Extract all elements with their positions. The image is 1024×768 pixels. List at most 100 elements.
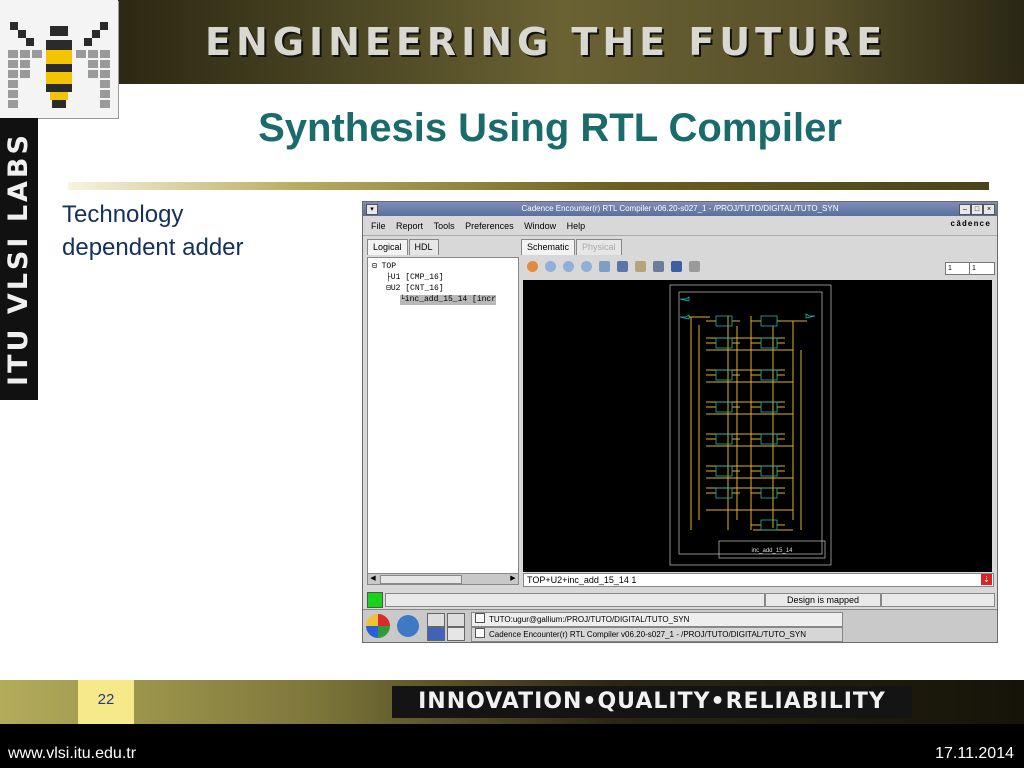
title-divider <box>68 182 989 190</box>
page-input[interactable]: 1 <box>945 262 971 275</box>
tree-horizontal-scrollbar[interactable]: ◀ ▶ <box>367 573 519 585</box>
search-launcher-icon[interactable] <box>447 613 465 627</box>
tab-schematic[interactable]: Schematic <box>521 239 576 255</box>
design-status: Design is mapped <box>765 593 881 607</box>
adder-cell <box>760 369 778 381</box>
menu-tools[interactable]: Tools <box>434 217 455 235</box>
input-port-cin <box>679 296 690 302</box>
window-title: Cadence Encounter(r) RTL Compiler v06.20… <box>521 204 839 213</box>
tree-node-top[interactable]: ⊟ TOP <box>372 262 396 272</box>
adder-cell <box>760 337 778 349</box>
adder-cell <box>715 315 733 327</box>
desktop-taskbar: TUTO:ugur@gallium:/PROJ/TUTO/DIGITAL/TUT… <box>363 609 997 642</box>
right-tab-bar: Schematic Physical <box>521 239 623 255</box>
window-icon <box>475 628 485 638</box>
adder-cell <box>760 465 778 477</box>
header-banner: ENGINEERING THE FUTURE <box>0 0 1024 84</box>
adder-cell <box>760 487 778 499</box>
taskbar-item-terminal[interactable]: TUTO:ugur@gallium:/PROJ/TUTO/DIGITAL/TUT… <box>471 612 843 627</box>
bee-logo-icon <box>0 0 118 118</box>
page-count-field: 1 <box>969 262 995 275</box>
footer-motto-box: INNOVATION•QUALITY•RELIABILITY <box>392 686 912 718</box>
slide-title: Synthesis Using RTL Compiler <box>258 106 842 150</box>
footer-url[interactable]: www.vlsi.itu.edu.tr <box>8 745 136 763</box>
select-icon[interactable] <box>617 261 628 272</box>
close-button[interactable]: × <box>983 204 995 215</box>
tree-node-u2[interactable]: ⊟U2 [CNT_16] <box>386 284 444 294</box>
adder-cell <box>760 433 778 445</box>
banner-text: ENGINEERING THE FUTURE <box>205 20 888 64</box>
footer-date: 17.11.2014 <box>935 745 1014 762</box>
side-lab-label: ITU VLSI LABS <box>3 132 34 386</box>
schematic-toolbar: 1 1 <box>523 258 995 276</box>
schematic-wires <box>689 316 807 531</box>
print-icon[interactable] <box>689 261 700 272</box>
adder-cell <box>715 487 733 499</box>
zoom-in-icon[interactable] <box>545 261 556 272</box>
window-titlebar[interactable]: ▾ Cadence Encounter(r) RTL Compiler v06.… <box>363 202 997 216</box>
scroll-right-icon[interactable]: ▶ <box>508 574 518 584</box>
tree-node-u1[interactable]: ├U1 [CMP_16] <box>386 273 444 283</box>
bottom-strip <box>0 724 1024 768</box>
terminal-icon <box>475 613 485 623</box>
adder-cell <box>760 315 778 327</box>
status-field-main <box>385 593 765 607</box>
menu-preferences[interactable]: Preferences <box>465 217 514 235</box>
tab-hdl[interactable]: HDL <box>408 239 439 255</box>
taskbar-item-rtl-compiler-label: Cadence Encounter(r) RTL Compiler v06.20… <box>489 630 806 639</box>
tab-physical[interactable]: Physical <box>576 239 622 255</box>
scroll-left-icon[interactable]: ◀ <box>368 574 378 584</box>
menu-bar: File Report Tools Preferences Window Hel… <box>363 217 997 236</box>
fit-view-icon[interactable] <box>527 261 538 272</box>
adder-cell <box>715 465 733 477</box>
terminal-launcher-icon[interactable] <box>427 613 445 627</box>
rtl-compiler-window: ▾ Cadence Encounter(r) RTL Compiler v06.… <box>362 201 998 643</box>
busy-indicator-icon <box>367 592 383 608</box>
zoom-area-icon[interactable] <box>581 261 592 272</box>
tab-logical[interactable]: Logical <box>367 239 408 255</box>
menu-window[interactable]: Window <box>524 217 556 235</box>
menu-help[interactable]: Help <box>567 217 586 235</box>
minimize-button[interactable]: – <box>959 204 971 215</box>
taskbar-item-rtl-compiler[interactable]: Cadence Encounter(r) RTL Compiler v06.20… <box>471 627 843 642</box>
scroll-thumb[interactable] <box>380 575 462 584</box>
adder-cell <box>760 401 778 413</box>
design-hierarchy-tree[interactable]: ⊟ TOP ├U1 [CMP_16] ⊟U2 [CNT_16] └inc_add… <box>367 257 519 574</box>
error-flag-icon[interactable]: ⇣ <box>981 574 992 585</box>
workspace-1-icon[interactable] <box>427 627 445 641</box>
highlight-icon[interactable] <box>635 261 646 272</box>
schematic-canvas[interactable]: inc_add_15_14 <box>523 280 992 572</box>
input-port-a <box>679 314 690 320</box>
slide-bullet: Technology dependent adder <box>62 198 342 264</box>
menu-report[interactable]: Report <box>396 217 423 235</box>
left-tab-bar: Logical HDL <box>367 239 440 255</box>
save-icon[interactable] <box>671 261 682 272</box>
tree-node-inc-add[interactable]: └inc_add_15_14 [incr <box>400 295 497 305</box>
adder-cell <box>715 369 733 381</box>
start-menu-icon[interactable] <box>366 614 390 638</box>
schematic-cells <box>715 315 778 531</box>
footer-motto: INNOVATION•QUALITY•RELIABILITY <box>418 689 886 714</box>
workspace-2-icon[interactable] <box>447 627 465 641</box>
hierarchy-path-field: TOP+U2+inc_add_15_14 1 ⇣ <box>523 573 994 587</box>
browser-icon[interactable] <box>397 615 419 637</box>
output-port-z <box>805 313 816 319</box>
hierarchy-path: TOP+U2+inc_add_15_14 1 <box>527 575 637 585</box>
bullet-line-1: Technology <box>62 201 184 228</box>
adder-cell <box>715 401 733 413</box>
adder-cell <box>760 519 778 531</box>
status-bar: Design is mapped <box>363 590 997 608</box>
slide-number: 22 <box>78 680 134 724</box>
maximize-button[interactable]: □ <box>971 204 983 215</box>
adder-cell <box>715 337 733 349</box>
module-label: inc_add_15_14 <box>751 548 793 554</box>
bullet-line-2: dependent adder <box>62 234 244 261</box>
taskbar-item-terminal-label: TUTO:ugur@gallium:/PROJ/TUTO/DIGITAL/TUT… <box>489 615 690 624</box>
zoom-out-icon[interactable] <box>563 261 574 272</box>
zoom-fit-icon[interactable] <box>599 261 610 272</box>
menu-file[interactable]: File <box>371 217 386 235</box>
adder-cell <box>715 433 733 445</box>
find-icon[interactable] <box>653 261 664 272</box>
status-field-extra <box>881 593 995 607</box>
cadence-logo: cādence <box>950 220 991 229</box>
